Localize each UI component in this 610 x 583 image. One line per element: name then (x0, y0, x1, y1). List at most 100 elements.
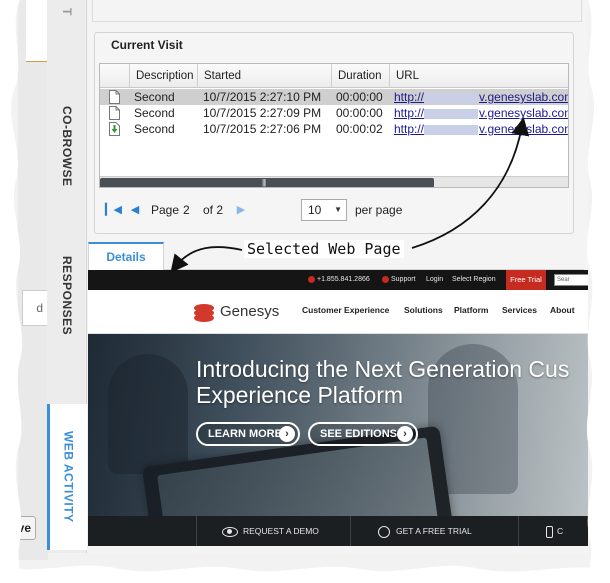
page-icon (109, 90, 120, 104)
web-nav-item[interactable]: About (550, 305, 575, 315)
web-phone[interactable]: +1.855.841.2866 (308, 270, 370, 290)
divider (196, 516, 197, 546)
web-support[interactable]: Support (382, 270, 416, 290)
per-page-value: 10 (308, 203, 322, 217)
url-suffix: v.genesyslab.com:90 (479, 122, 568, 136)
column-header-url[interactable]: URL (390, 64, 568, 88)
cell-url-link[interactable]: http:// v.genesyslab.com:90 (394, 105, 568, 121)
request-demo-link[interactable]: REQUEST A DEMO (222, 516, 319, 546)
current-visit-panel: Current Visit Description Started Durati… (94, 32, 574, 234)
scrollbar-thumb[interactable]: ||| (100, 178, 434, 187)
url-redacted (424, 108, 479, 119)
chevron-right-icon: › (279, 426, 295, 442)
cell-duration: 00:00:02 (336, 122, 383, 136)
chevron-right-icon: › (397, 426, 413, 442)
cell-duration: 00:00:00 (336, 90, 383, 104)
tab-responses[interactable]: RESPONSES (47, 252, 87, 340)
web-nav: Genesys Customer Experience Solutions Pl… (88, 290, 588, 334)
contact-link[interactable]: C (546, 516, 563, 546)
url-suffix: v.genesyslab.com:90 (479, 106, 568, 120)
url-redacted (424, 124, 479, 135)
learn-more-label: LEARN MORE (208, 428, 282, 440)
table-row[interactable]: Second 10/7/2015 2:27:10 PM 00:00:00 htt… (100, 89, 568, 105)
see-editions-button[interactable]: SEE EDITIONS › (308, 422, 418, 446)
table-row[interactable]: Second 10/7/2015 2:27:06 PM 00:00:02 htt… (100, 121, 568, 137)
column-header-icon[interactable] (100, 64, 130, 88)
web-search-input[interactable]: Sear (554, 274, 588, 286)
visit-grid: Description Started Duration URL Second … (99, 63, 569, 188)
tab-web-activity[interactable]: WEB ACTIVITY (47, 404, 87, 550)
page-count: of 2 (203, 203, 224, 217)
url-prefix: http:// (394, 106, 425, 120)
genesys-logo[interactable]: Genesys (192, 302, 279, 322)
cell-duration: 00:00:00 (336, 106, 383, 120)
cell-started: 10/7/2015 2:27:09 PM (203, 106, 322, 120)
web-nav-item[interactable]: Platform (454, 305, 488, 315)
first-page-icon[interactable]: ▎◀ (105, 202, 122, 218)
clock-icon (378, 525, 390, 538)
see-editions-label: SEE EDITIONS (320, 428, 398, 440)
next-page-icon[interactable]: ▶ (233, 202, 249, 218)
save-button[interactable]: ave (0, 516, 36, 540)
web-nav-item[interactable]: Customer Experience (302, 305, 389, 315)
web-region[interactable]: Select Region (452, 270, 496, 290)
genesys-logo-text: Genesys (220, 303, 280, 320)
left-panel-tab-edge (26, 0, 48, 62)
learn-more-button[interactable]: LEARN MORE › (196, 422, 300, 446)
web-nav-item[interactable]: Solutions (404, 305, 443, 315)
web-free-trial-button[interactable]: Free Trial (506, 270, 546, 290)
url-suffix: v.genesyslab.com:90 (479, 90, 568, 104)
table-row[interactable]: Second 10/7/2015 2:27:09 PM 00:00:00 htt… (100, 105, 568, 121)
torn-edge-bottom (0, 565, 610, 583)
web-login[interactable]: Login (426, 270, 443, 290)
left-panel-field[interactable]: d (22, 290, 48, 326)
cell-description: Second (134, 122, 175, 136)
divider (518, 516, 519, 546)
divider (350, 516, 351, 546)
column-header-duration[interactable]: Duration (332, 64, 390, 88)
url-prefix: http:// (394, 122, 425, 136)
contact-label: C (557, 526, 564, 536)
per-page-select[interactable]: 10 ▼ (301, 199, 347, 221)
per-page-label: per page (355, 203, 403, 217)
page-icon (109, 106, 120, 120)
chevron-down-icon: ▼ (334, 205, 342, 214)
free-trial-label: GET A FREE TRIAL (396, 526, 472, 536)
top-strip (92, 0, 582, 22)
cell-url-link[interactable]: http:// v.genesyslab.com:90 (394, 89, 568, 105)
phone-icon (546, 525, 553, 538)
cell-started: 10/7/2015 2:27:06 PM (203, 122, 322, 136)
column-header-started[interactable]: Started (198, 64, 332, 88)
page-number[interactable]: 2 (183, 203, 190, 217)
annotation-label: Selected Web Page (244, 240, 404, 258)
web-bottom-bar: REQUEST A DEMO GET A FREE TRIAL C (88, 516, 588, 546)
tab-partial[interactable]: T (47, 0, 87, 24)
cell-description: Second (134, 106, 175, 120)
request-demo-label: REQUEST A DEMO (243, 526, 319, 536)
save-button-label: ave (10, 521, 31, 535)
web-support-text: Support (391, 276, 416, 283)
screenshot-frame: d ave T CO-BROWSE RESPONSES WEB ACTIVITY… (0, 0, 610, 583)
web-phone-text: +1.855.841.2866 (317, 276, 370, 283)
current-visit-title: Current Visit (111, 38, 183, 52)
column-header-description[interactable]: Description (130, 64, 198, 88)
cell-url-link[interactable]: http:// v.genesyslab.com:90 (394, 121, 568, 137)
grid-horizontal-scrollbar[interactable]: ||| (100, 176, 568, 187)
vertical-tab-rail: T CO-BROWSE RESPONSES WEB ACTIVITY (47, 0, 87, 553)
phone-icon (308, 275, 315, 283)
web-topbar: +1.855.841.2866 Support Login Select Reg… (88, 270, 588, 290)
web-nav-item[interactable]: Services (502, 305, 537, 315)
tab-responses-label: RESPONSES (60, 256, 74, 336)
tab-co-browse[interactable]: CO-BROWSE (47, 100, 87, 192)
tab-details[interactable]: Details (88, 242, 164, 270)
tab-web-activity-label: WEB ACTIVITY (61, 431, 76, 523)
left-panel-field-text: d (36, 301, 43, 315)
prev-page-icon[interactable]: ◀ (127, 202, 143, 218)
url-prefix: http:// (394, 90, 425, 104)
eye-icon (222, 526, 238, 537)
genesys-logo-icon (194, 304, 214, 322)
hero-headline-1: Introducing the Next Generation Cus (196, 356, 570, 382)
page-label: Page (151, 203, 180, 217)
web-page-preview: +1.855.841.2866 Support Login Select Reg… (88, 270, 588, 546)
free-trial-link[interactable]: GET A FREE TRIAL (378, 516, 472, 546)
